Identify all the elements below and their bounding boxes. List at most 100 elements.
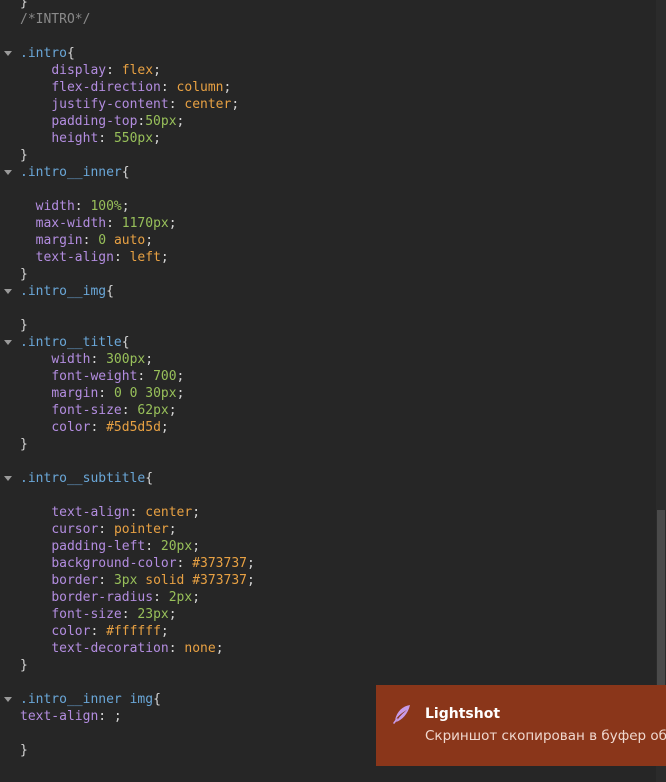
fold-arrow-icon[interactable] — [4, 51, 12, 56]
code-line[interactable]: display: flex; — [0, 62, 640, 79]
vertical-scrollbar[interactable] — [656, 0, 666, 782]
code-line[interactable]: font-weight: 700; — [0, 368, 640, 385]
lightshot-notification[interactable]: Lightshot Скриншот скопирован в буфер об… — [376, 685, 666, 766]
code-line[interactable]: font-size: 62px; — [0, 402, 640, 419]
code-token: center — [184, 97, 232, 112]
code-token: : — [98, 131, 114, 146]
code-line[interactable]: height: 550px; — [0, 130, 640, 147]
code-token: : — [153, 590, 169, 605]
code-editor[interactable]: } /*INTRO*/ .intro{ display: flex; flex-di… — [0, 0, 656, 782]
code-line[interactable]: } — [0, 266, 640, 283]
fold-arrow-icon[interactable] — [4, 340, 12, 345]
code-line[interactable]: flex-direction: column; — [0, 79, 640, 96]
code-token: : — [121, 607, 138, 622]
code-line[interactable]: justify-content: center; — [0, 96, 640, 113]
code-token: { — [153, 692, 161, 707]
code-line[interactable]: } — [0, 436, 640, 453]
code-token: color — [51, 624, 91, 639]
code-line[interactable]: color: #5d5d5d; — [0, 419, 640, 436]
code-line[interactable]: max-width: 1170px; — [0, 215, 640, 232]
code-line[interactable] — [0, 453, 640, 470]
code-token: ; — [160, 420, 169, 435]
code-line[interactable] — [0, 181, 640, 198]
code-token: { — [121, 335, 130, 350]
scrollbar-thumb[interactable] — [657, 510, 665, 690]
code-token: /*INTRO*/ — [20, 12, 91, 27]
code-token: ; — [176, 369, 185, 384]
code-text: max-width: 1170px; — [20, 215, 177, 232]
code-line[interactable] — [0, 300, 640, 317]
fold-arrow-icon[interactable] — [4, 289, 12, 294]
code-line[interactable]: .intro{ — [0, 45, 640, 62]
code-line[interactable]: width: 300px; — [0, 351, 640, 368]
code-line[interactable] — [0, 28, 640, 45]
code-line[interactable]: .intro__title{ — [0, 334, 640, 351]
code-token: : — [82, 233, 99, 248]
code-text: text-align: left; — [20, 249, 169, 266]
code-line[interactable]: .intro__img{ — [0, 283, 640, 300]
code-line[interactable]: margin: 0 auto; — [0, 232, 640, 249]
code-token: 50px — [145, 114, 177, 129]
code-line[interactable]: border-radius: 2px; — [0, 589, 640, 606]
code-token: ; — [247, 573, 255, 588]
code-token: : — [90, 624, 107, 639]
code-text: text-align: ; — [20, 708, 122, 725]
code-line[interactable]: color: #ffffff; — [0, 623, 640, 640]
code-token: .intro__subtitle — [20, 471, 146, 486]
code-token: ; — [145, 352, 154, 367]
code-token: ; — [153, 131, 161, 146]
code-token: width — [35, 199, 75, 214]
code-line[interactable]: cursor: pointer; — [0, 521, 640, 538]
code-line[interactable]: text-decoration: none; — [0, 640, 640, 657]
code-line[interactable]: padding-top:50px; — [0, 113, 640, 130]
code-token: auto — [113, 233, 146, 248]
code-token: } — [20, 743, 28, 758]
code-token: } — [20, 318, 28, 333]
code-line[interactable] — [0, 487, 640, 504]
code-line[interactable]: text-align: center; — [0, 504, 640, 521]
code-text: color: #ffffff; — [20, 623, 169, 640]
code-token: center — [145, 505, 193, 520]
code-token: none — [184, 641, 216, 656]
code-line[interactable]: } — [0, 147, 640, 164]
code-token: : — [168, 97, 185, 112]
code-line[interactable]: /*INTRO*/ — [0, 11, 640, 28]
code-line[interactable]: margin: 0 0 30px; — [0, 385, 640, 402]
code-line[interactable]: } — [0, 657, 640, 674]
code-token: ; — [192, 590, 201, 605]
code-token: background-color — [51, 556, 177, 571]
code-line[interactable]: background-color: #373737; — [0, 555, 640, 572]
code-line[interactable]: width: 100%; — [0, 198, 640, 215]
code-token: } — [20, 267, 28, 282]
code-text: border: 3px solid #373737; — [20, 572, 255, 589]
code-text: .intro__title{ — [20, 334, 130, 351]
code-token: ; — [176, 386, 185, 401]
code-line[interactable]: .intro__inner{ — [0, 164, 640, 181]
code-line[interactable]: padding-left: 20px; — [0, 538, 640, 555]
fold-arrow-icon[interactable] — [4, 476, 12, 481]
code-line[interactable]: border: 3px solid #373737; — [0, 572, 640, 589]
code-line[interactable]: .intro__subtitle{ — [0, 470, 640, 487]
code-token: } — [20, 0, 28, 10]
code-token: max-width — [35, 216, 107, 231]
code-line[interactable]: text-align: left; — [0, 249, 640, 266]
code-token: ; — [160, 624, 169, 639]
code-line[interactable]: } — [0, 317, 640, 334]
code-line[interactable]: font-size: 23px; — [0, 606, 640, 623]
fold-arrow-icon[interactable] — [4, 697, 12, 702]
code-token: ; — [176, 114, 185, 129]
code-line[interactable]: } — [0, 0, 640, 11]
code-token: border-radius — [51, 590, 154, 605]
code-token: } — [20, 658, 28, 673]
code-text: cursor: pointer; — [20, 521, 176, 538]
code-token: 100% — [90, 199, 122, 214]
fold-arrow-icon[interactable] — [4, 170, 12, 175]
code-token: text-align — [20, 709, 99, 724]
code-text: justify-content: center; — [20, 96, 239, 113]
